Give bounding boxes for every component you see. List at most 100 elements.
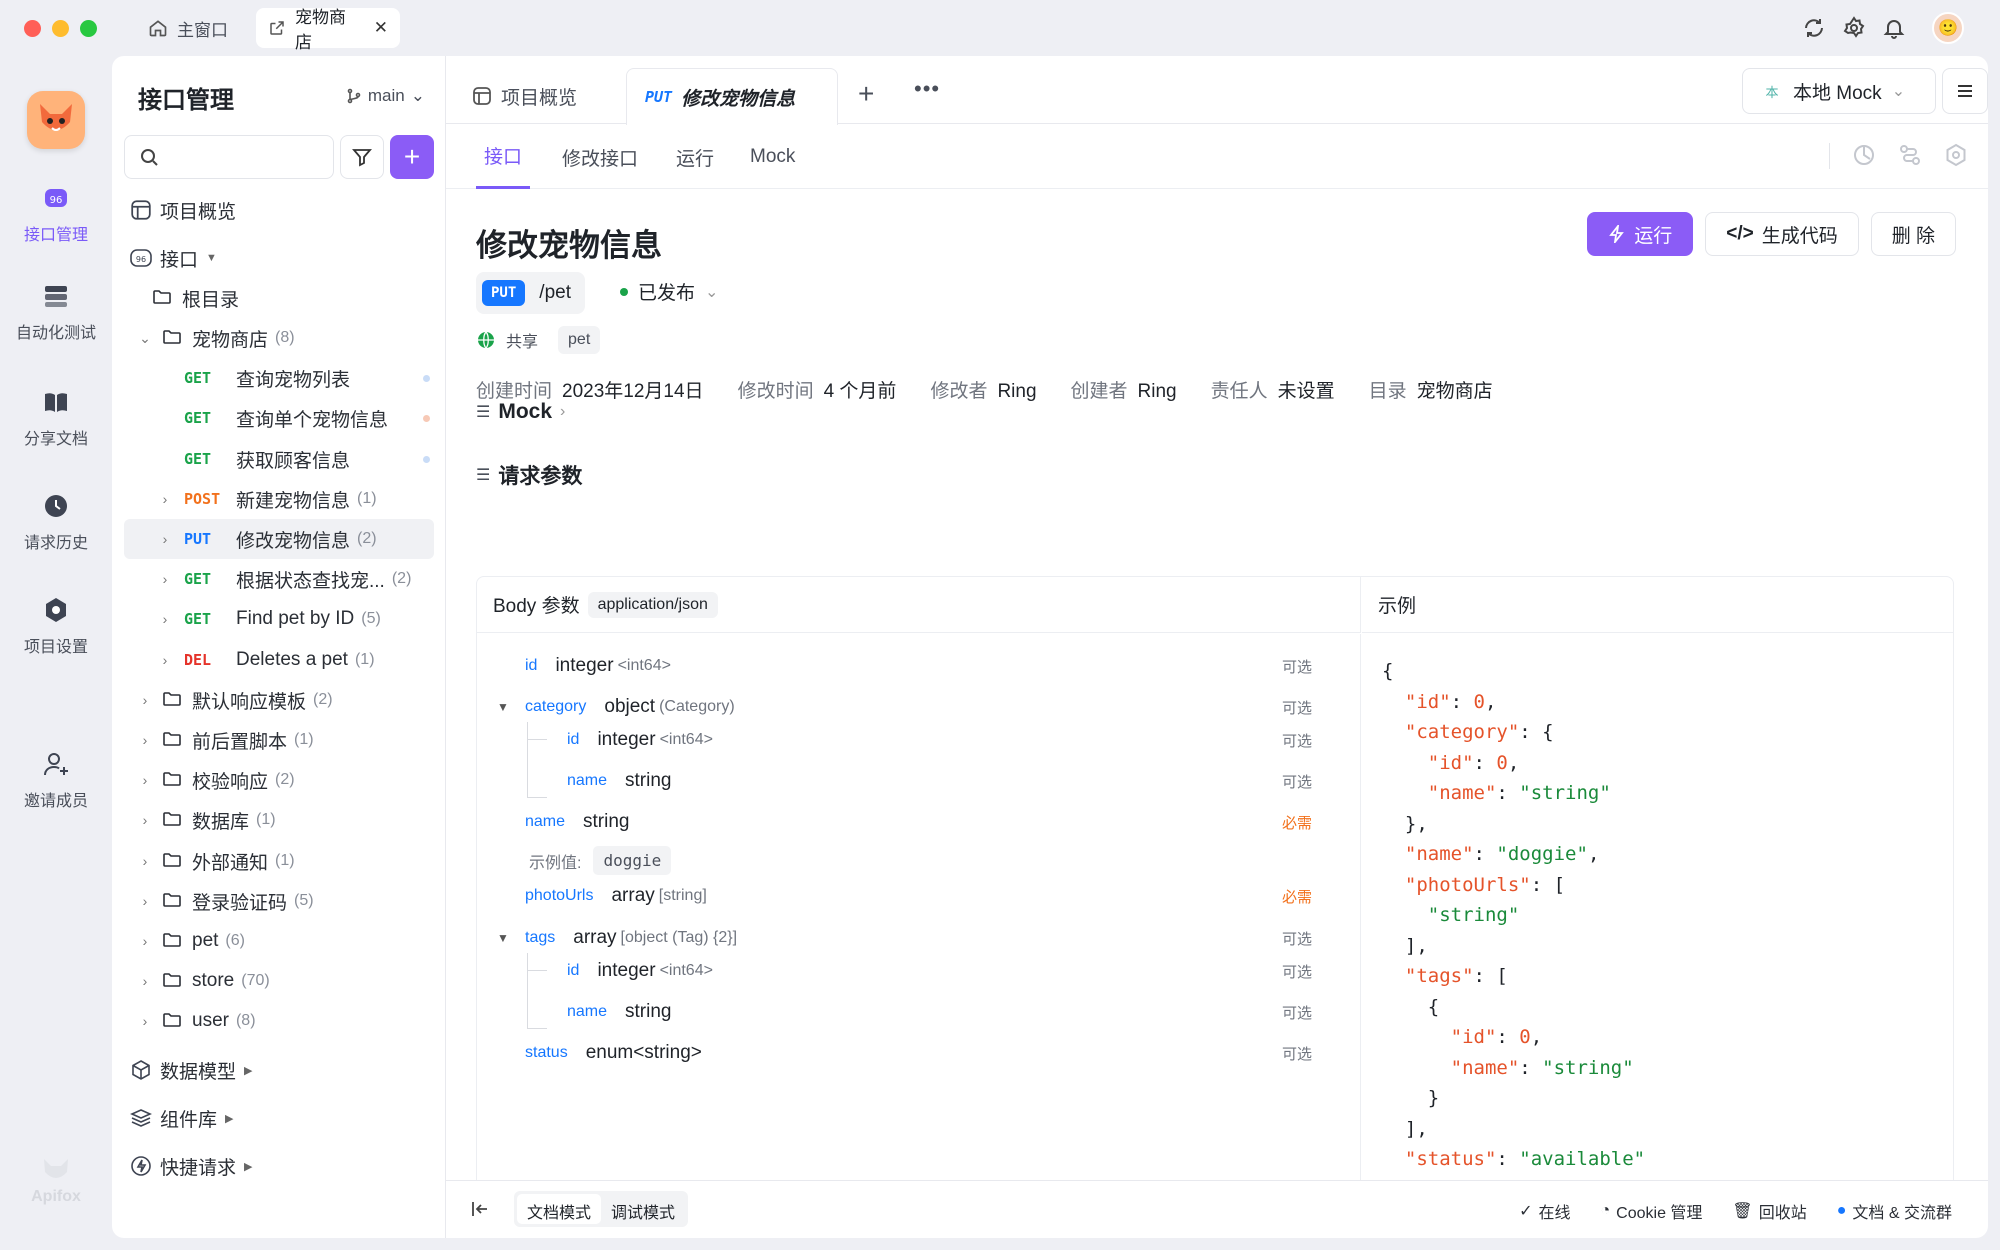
window-tab-home[interactable]: 主窗口 <box>136 8 240 48</box>
tree-endpoint[interactable]: › GET 根据状态查找宠... (2) <box>124 559 434 599</box>
minimize-window-button[interactable] <box>52 20 69 37</box>
method-label: GET <box>184 409 212 427</box>
tree-endpoint[interactable]: › GET Find pet by ID (5) <box>124 599 434 639</box>
example-json[interactable]: { "id": 0, "category": { "id": 0, "name"… <box>1362 634 1953 1180</box>
share-flow-icon[interactable] <box>1898 143 1922 169</box>
more-icon[interactable]: ••• <box>914 76 940 102</box>
tab-mock[interactable]: Mock <box>750 125 795 189</box>
param-name[interactable]: id <box>559 958 587 984</box>
recycle-bin[interactable]: 🗑 回收站 <box>1732 1199 1806 1223</box>
bell-icon[interactable] <box>1882 16 1906 40</box>
tab-interface[interactable]: 接口 <box>476 125 531 189</box>
window-controls <box>24 20 97 37</box>
rail-item-history[interactable]: 请求历史 <box>0 492 112 553</box>
tree-count: (1) <box>357 490 377 507</box>
generate-code-button[interactable]: </> 生成代码 <box>1705 212 1859 256</box>
search-input[interactable] <box>167 147 317 167</box>
tree-endpoint[interactable]: › PUT 修改宠物信息 (2) <box>124 519 434 559</box>
tree-folder-petstore[interactable]: ⌄ 宠物商店 (8) <box>124 318 434 358</box>
param-name[interactable]: id <box>517 653 545 679</box>
tree-count: (5) <box>361 610 381 627</box>
tree-section[interactable]: 组件库 ▶ <box>124 1098 434 1138</box>
expand-tags-icon[interactable]: ▼ <box>497 931 509 945</box>
filter-button[interactable] <box>340 135 384 179</box>
tab-project-overview[interactable]: 项目概览 <box>454 68 595 124</box>
debug-mode-toggle[interactable]: 调试模式 <box>601 1194 685 1224</box>
run-button[interactable]: 运行 <box>1587 212 1694 256</box>
tree-folder[interactable]: › 数据库 (1) <box>124 800 434 840</box>
tree-folder[interactable]: › pet (6) <box>124 921 434 961</box>
refresh-icon[interactable] <box>1802 16 1826 40</box>
new-tab-button[interactable]: + <box>858 78 874 110</box>
content-type-chip[interactable]: application/json <box>587 591 718 618</box>
delete-button[interactable]: 删 除 <box>1870 212 1956 256</box>
rail-item-invite[interactable]: 邀请成员 <box>0 750 112 811</box>
tree-endpoint[interactable]: › POST 新建宠物信息 (1) <box>124 479 434 519</box>
tree-folder[interactable]: › 默认响应模板 (2) <box>124 680 434 720</box>
param-name[interactable]: category <box>517 694 594 720</box>
rail-item-project-settings[interactable]: 项目设置 <box>0 596 112 657</box>
tree-section[interactable]: 数据模型 ▶ <box>124 1050 434 1090</box>
close-tab-icon[interactable]: ✕ <box>374 18 388 38</box>
share-label: 共享 <box>506 334 539 351</box>
docs-community[interactable]: ● 文档 & 交流群 <box>1837 1199 1952 1223</box>
tree-folder[interactable]: › 外部通知 (1) <box>124 841 434 881</box>
user-avatar[interactable]: 🙂 <box>1932 12 1964 44</box>
collapse-sidebar-icon[interactable] <box>470 1199 490 1219</box>
settings-hex-icon <box>42 596 70 624</box>
chevron-right-icon: › <box>142 812 148 828</box>
project-logo[interactable] <box>27 91 85 149</box>
search-box[interactable] <box>124 135 334 179</box>
tab-active-api[interactable]: PUT 修改宠物信息 <box>626 68 838 125</box>
menu-button[interactable] <box>1942 68 1988 114</box>
tree-label: 修改宠物信息 <box>236 530 351 552</box>
tree-endpoint[interactable]: GET 查询单个宠物信息 <box>124 398 434 438</box>
doc-mode-toggle[interactable]: 文档模式 <box>517 1194 602 1224</box>
rail-item-share-docs[interactable]: 分享文档 <box>0 388 112 449</box>
tree-endpoint[interactable]: GET 获取顾客信息 <box>124 439 434 479</box>
add-button[interactable]: + <box>390 135 434 179</box>
tree-folder[interactable]: › 校验响应 (2) <box>124 760 434 800</box>
gear-icon[interactable] <box>1842 16 1866 40</box>
tab-label: 项目概览 <box>501 87 578 109</box>
tree-section[interactable]: 快捷请求 ▶ <box>124 1146 434 1186</box>
settings-icon[interactable] <box>1944 143 1968 169</box>
close-window-button[interactable] <box>24 20 41 37</box>
tree-interfaces[interactable]: 96 接口 ▼ <box>124 238 434 278</box>
expand-category-icon[interactable]: ▼ <box>497 700 509 714</box>
param-name[interactable]: name <box>559 768 615 794</box>
cookie-manager[interactable]: ◔ Cookie 管理 <box>1600 1199 1702 1223</box>
tree-count: (8) <box>235 1012 256 1029</box>
environment-selector[interactable]: 本 本地 Mock ⌄ <box>1742 68 1936 114</box>
rail-item-automation[interactable]: 自动化测试 <box>0 282 112 343</box>
online-status[interactable]: ✓ 在线 <box>1519 1199 1570 1223</box>
tree-project-overview[interactable]: 项目概览 <box>124 190 434 230</box>
tree-root[interactable]: 根目录 <box>124 278 434 318</box>
tree-folder[interactable]: › 登录验证码 (5) <box>124 881 434 921</box>
param-name[interactable]: id <box>559 727 587 753</box>
tree-folder[interactable]: › user (8) <box>124 1001 434 1041</box>
window-tab-petstore[interactable]: 宠物商店 ✕ <box>256 8 400 52</box>
tab-edit-interface[interactable]: 修改接口 <box>562 125 638 189</box>
tree-guide-line <box>527 739 547 740</box>
param-name[interactable]: tags <box>517 925 563 951</box>
param-name[interactable]: name <box>559 999 615 1025</box>
status-dropdown[interactable]: 已发布 ⌄ <box>620 278 718 305</box>
tree-label: 查询宠物列表 <box>236 369 351 391</box>
branch-selector[interactable]: main ⌄ <box>346 86 425 106</box>
maximize-window-button[interactable] <box>80 20 97 37</box>
history-icon[interactable] <box>1852 143 1876 169</box>
tree-folder[interactable]: › store (70) <box>124 961 434 1001</box>
tag-chip[interactable]: pet <box>558 326 601 354</box>
param-name[interactable]: name <box>517 809 573 835</box>
tree-endpoint[interactable]: › DEL Deletes a pet (1) <box>124 640 434 680</box>
tab-run[interactable]: 运行 <box>676 125 714 189</box>
tree-label: 根目录 <box>182 289 240 311</box>
tree-folder[interactable]: › 前后置脚本 (1) <box>124 720 434 760</box>
mock-section-header[interactable]: ☰ Mock › <box>476 400 565 424</box>
param-name[interactable]: status <box>517 1040 576 1066</box>
param-name[interactable]: photoUrls <box>517 883 601 909</box>
param-required: 可选 <box>1282 963 1313 981</box>
rail-item-api[interactable]: 96 接口管理 <box>0 184 112 245</box>
tree-endpoint[interactable]: GET 查询宠物列表 <box>124 358 434 398</box>
